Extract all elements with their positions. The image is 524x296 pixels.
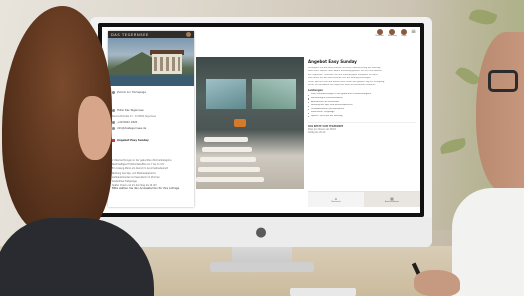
fireplace	[234, 119, 246, 127]
phone-row[interactable]: +49 8022 1820	[112, 121, 137, 124]
wishlist-label: Merkliste	[387, 35, 397, 37]
offer-content: Angebot Easy Sunday Verlängern Sie das W…	[308, 57, 416, 189]
lounger	[204, 137, 248, 142]
home-label: Startseite	[331, 201, 341, 203]
person-right-shirt	[452, 188, 524, 296]
hamburger-menu-icon[interactable]: ≡	[411, 29, 416, 37]
offer-name-row: Angebot Easy Sunday	[112, 139, 149, 142]
hotel-windows	[154, 57, 180, 71]
price-line: Gültig bis 20.12.	[308, 131, 327, 135]
lake	[108, 76, 194, 86]
list-item: Später Check-out am Sonntag	[308, 115, 416, 119]
office-scene: ● DAS TEGERNSEE Zurück zur Homepage Hote…	[0, 0, 524, 296]
mail-icon	[112, 127, 115, 130]
spa-photo	[196, 57, 304, 189]
monitor-chin: ●	[90, 217, 432, 247]
intro-line: bevor Sie am Abend ein exquisites Menü i…	[308, 84, 376, 87]
bottom-nav: ⌂ Startseite ▦ Anreisedatum	[308, 191, 420, 207]
spa-window	[206, 79, 246, 109]
apple-logo-icon: ●	[255, 224, 267, 240]
website-screen: DAS TEGERNSEE Zurück zur Homepage Hotel …	[102, 27, 420, 213]
offer-summary-list: 2 Übernachtungen in der gebuchten Zimmer…	[112, 159, 192, 188]
hotel-phone: +49 8022 1820	[117, 121, 138, 124]
homepage-link-label: Zurück zur Homepage	[117, 91, 146, 94]
offer-icon	[112, 139, 115, 142]
sidebar: DAS TEGERNSEE Zurück zur Homepage Hotel …	[108, 31, 194, 207]
wishlist-button[interactable]: Merkliste	[388, 29, 397, 37]
keyboard	[290, 288, 356, 296]
price-box: DAS BESTE VOM TEGERNSEE Preis pro Person…	[308, 121, 416, 135]
email-row[interactable]: info@dastegernsee.de	[112, 127, 146, 130]
hotel-address: Neureuthstraße 23 · D-83684 Tegernsee	[112, 115, 156, 118]
glasses	[488, 70, 518, 92]
lounger	[198, 167, 260, 172]
brand-bar: DAS TEGERNSEE	[108, 31, 194, 38]
brand-title: DAS TEGERNSEE	[111, 32, 149, 37]
phone-icon	[112, 121, 115, 124]
arrival-date-button[interactable]: ▦ Anreisedatum	[364, 191, 420, 207]
arrival-hint: Bitte wählen Sie den Anreisetermin für I…	[112, 187, 180, 190]
hotel-name: Hotel Das Tegernsee	[117, 109, 144, 112]
login-label: Login	[401, 35, 407, 37]
location-icon	[112, 109, 115, 112]
language-button[interactable]: Deutsch	[376, 29, 384, 37]
monitor-foot	[210, 262, 314, 272]
homepage-link[interactable]: Zurück zur Homepage	[112, 91, 146, 94]
lounger	[196, 177, 264, 182]
arrival-date-label: Anreisedatum	[385, 201, 399, 203]
login-button[interactable]: Login	[400, 29, 407, 37]
header-actions: Deutsch Merkliste Login ≡	[376, 29, 416, 38]
home-button[interactable]: ⌂ Startseite	[308, 191, 364, 207]
language-label: Deutsch	[375, 35, 384, 37]
offer-name: Angebot Easy Sunday	[117, 139, 149, 142]
hotel-name-row: Hotel Das Tegernsee	[112, 109, 144, 112]
hotel-photo	[108, 38, 194, 86]
address-row: Neureuthstraße 23 · D-83684 Tegernsee	[112, 115, 156, 118]
hotel-email: info@dastegernsee.de	[117, 127, 147, 130]
included-heading: Leistungen	[308, 89, 323, 93]
person-right-hand	[414, 270, 460, 296]
back-arrow-icon	[112, 91, 115, 94]
brand-logo-icon	[186, 32, 191, 37]
spa-window	[252, 79, 296, 109]
lounger	[202, 147, 252, 152]
offer-title: Angebot Easy Sunday	[308, 59, 357, 64]
lounger	[200, 157, 256, 162]
